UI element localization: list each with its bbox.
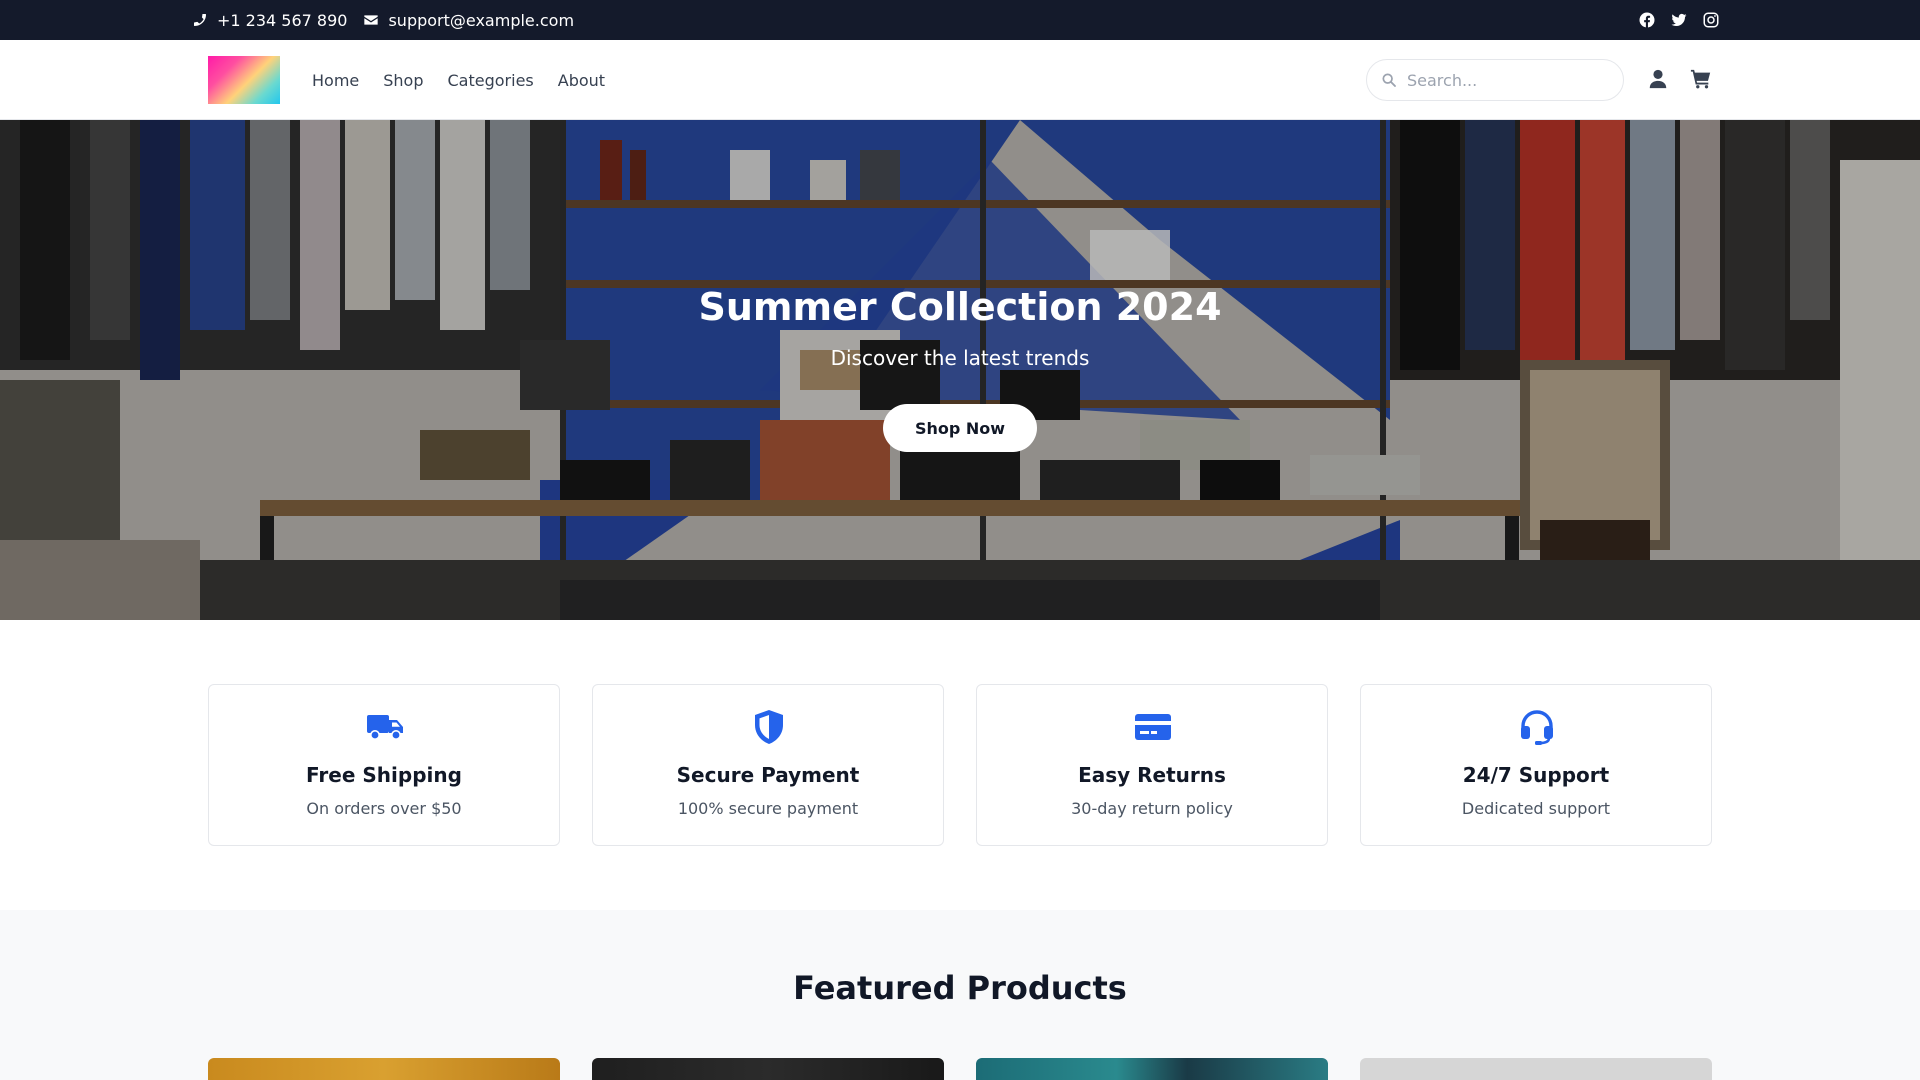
email-contact[interactable]: support@example.com [363,11,574,30]
site-header: Home Shop Categories About [0,40,1920,120]
instagram-icon[interactable] [1702,11,1720,29]
truck-icon [367,715,403,740]
featured-products-section: Featured Products [0,910,1920,1080]
main-nav: Home Shop Categories About [312,40,605,120]
envelope-icon [364,15,379,25]
product-image-2[interactable] [592,1058,944,1080]
email-address: support@example.com [388,10,575,30]
feature-title: Secure Payment [676,763,860,787]
headset-icon [1521,710,1553,745]
feature-title: 24/7 Support [1462,763,1610,787]
contact-info: +1 234 567 890 support@example.com [192,0,574,40]
social-links [1638,0,1720,40]
hero-banner: Summer Collection 2024 Discover the late… [0,120,1920,620]
hero-title: Summer Collection 2024 [698,285,1222,329]
feature-description: 30-day return policy [1071,799,1233,818]
features-section: Free Shipping On orders over $50 Secure … [0,620,1920,910]
feature-card-support: 24/7 Support Dedicated support [1360,684,1712,846]
section-title: Featured Products [793,969,1127,1007]
feature-description: Dedicated support [1461,799,1611,818]
cart-icon[interactable] [1690,68,1712,90]
top-bar: +1 234 567 890 support@example.com [0,0,1920,40]
nav-home[interactable]: Home [312,71,359,90]
feature-card-returns: Easy Returns 30-day return policy [976,684,1328,846]
phone-number: +1 234 567 890 [217,10,348,30]
product-image-3[interactable] [976,1058,1328,1080]
feature-title: Easy Returns [1078,763,1226,787]
phone-icon [194,13,206,26]
feature-card-shipping: Free Shipping On orders over $50 [208,684,560,846]
phone-contact[interactable]: +1 234 567 890 [192,11,347,30]
facebook-icon[interactable] [1638,11,1656,29]
search-box [1366,59,1624,101]
shop-now-button[interactable]: Shop Now [883,404,1037,452]
brand-logo[interactable] [208,56,280,104]
shield-icon [755,710,783,744]
nav-about[interactable]: About [558,71,605,90]
product-image-4[interactable] [1360,1058,1712,1080]
credit-card-icon [1135,714,1171,740]
hero-subtitle: Discover the latest trends [830,346,1090,370]
twitter-icon[interactable] [1670,11,1688,29]
search-input[interactable] [1407,70,1607,90]
feature-card-payment: Secure Payment 100% secure payment [592,684,944,846]
product-image-1[interactable] [208,1058,560,1080]
nav-categories[interactable]: Categories [448,71,534,90]
hero-overlay [0,120,1920,620]
nav-shop[interactable]: Shop [383,71,423,90]
search-icon [1382,73,1396,87]
feature-description: 100% secure payment [677,799,859,818]
feature-title: Free Shipping [306,763,462,787]
feature-description: On orders over $50 [306,799,462,818]
user-icon[interactable] [1647,68,1669,90]
